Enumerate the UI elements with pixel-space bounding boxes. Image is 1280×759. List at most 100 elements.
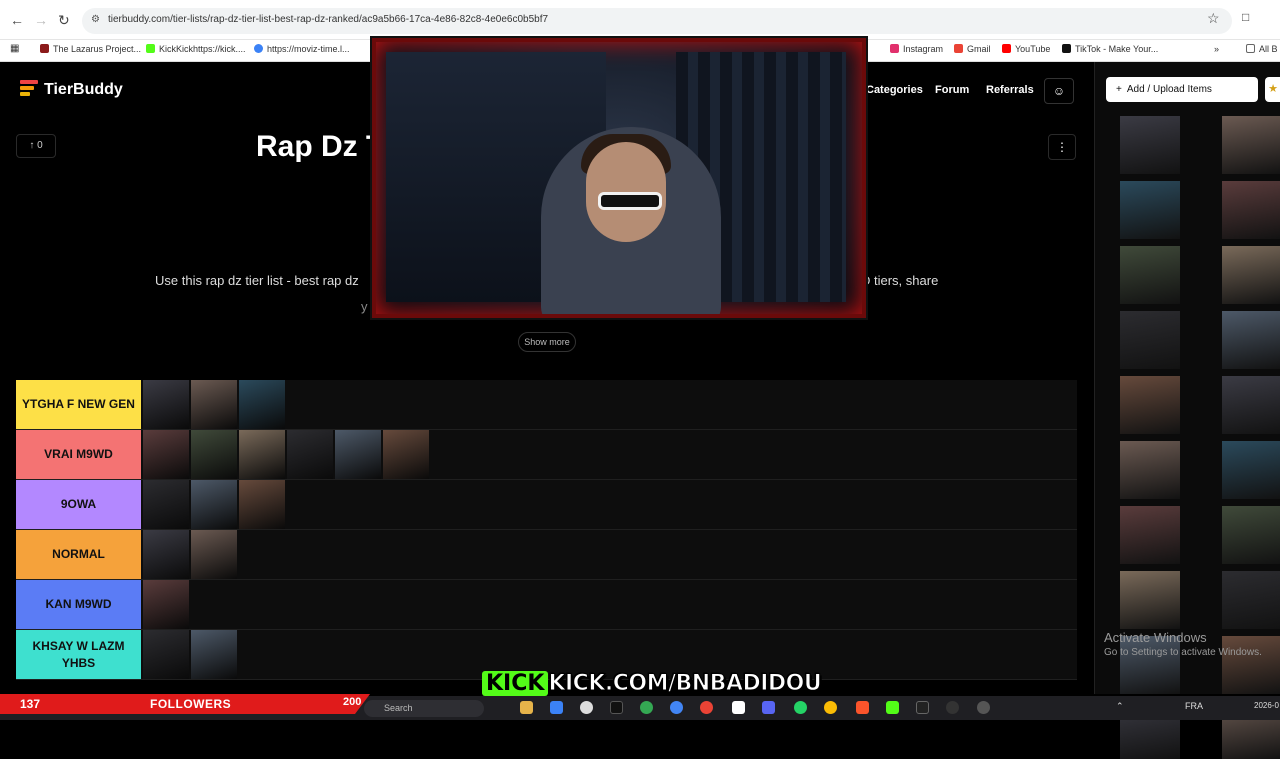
star-icon[interactable]: ★: [1265, 77, 1280, 102]
bookmark-item[interactable]: https://moviz-time.l...: [254, 44, 350, 54]
pool-item-thumbnail[interactable]: [1222, 571, 1280, 629]
tier-item-thumbnail[interactable]: [143, 380, 189, 429]
account-icon[interactable]: ☺: [1044, 78, 1074, 104]
tierbuddy-logo[interactable]: TierBuddy: [20, 80, 123, 99]
tiktok-icon[interactable]: [916, 701, 929, 714]
pool-item-thumbnail[interactable]: [1222, 636, 1280, 694]
pool-item-thumbnail[interactable]: [1222, 311, 1280, 369]
tier-item-thumbnail[interactable]: [143, 630, 189, 679]
chrome-icon[interactable]: [824, 701, 837, 714]
tray-chevron-icon[interactable]: ⌃: [1116, 701, 1124, 712]
nav-categories[interactable]: Categories: [866, 84, 923, 96]
pool-item-thumbnail[interactable]: [1222, 376, 1280, 434]
tier-item-thumbnail[interactable]: [191, 380, 237, 429]
tier-item-thumbnail[interactable]: [383, 430, 429, 479]
tier-item-thumbnail[interactable]: [191, 480, 237, 529]
more-bookmarks-icon[interactable]: »: [1214, 44, 1219, 54]
pool-item-thumbnail[interactable]: [1222, 246, 1280, 304]
pool-item-thumbnail[interactable]: [1120, 181, 1180, 239]
chatgpt-icon[interactable]: [580, 701, 593, 714]
pool-item-thumbnail[interactable]: [1120, 441, 1180, 499]
extensions-icon[interactable]: □: [1242, 10, 1249, 24]
pool-item-thumbnail[interactable]: [1222, 181, 1280, 239]
show-more-button[interactable]: Show more: [518, 332, 576, 352]
chrome-icon[interactable]: [700, 701, 713, 714]
kick-channel-link: KICK.COM/BNBADIDOU: [548, 671, 822, 697]
pool-item-thumbnail[interactable]: [1120, 571, 1180, 629]
add-upload-items-button[interactable]: + Add / Upload Items: [1106, 77, 1258, 102]
kick-banner: KICK KICK.COM/BNBADIDOU: [482, 671, 822, 701]
tier-row: VRAI M9WD: [16, 430, 1077, 480]
tier-item-thumbnail[interactable]: [143, 430, 189, 479]
brave-icon[interactable]: [856, 701, 869, 714]
tier-label[interactable]: NORMAL: [16, 530, 141, 579]
settings-icon[interactable]: [977, 701, 990, 714]
upvote-count: 0: [37, 140, 43, 151]
pool-item-thumbnail[interactable]: [1120, 506, 1180, 564]
bookmark-item[interactable]: The Lazarus Project...: [40, 44, 141, 54]
tier-item-thumbnail[interactable]: [287, 430, 333, 479]
capcut-icon[interactable]: [732, 701, 745, 714]
nav-forum[interactable]: Forum: [935, 84, 969, 96]
tier-label[interactable]: KAN M9WD: [16, 580, 141, 629]
bookmark-star-icon[interactable]: ☆: [1207, 10, 1220, 27]
app-icon[interactable]: [550, 701, 563, 714]
bookmark-item[interactable]: Gmail: [954, 44, 991, 54]
tier-row: 9OWA: [16, 480, 1077, 530]
tier-item-thumbnail[interactable]: [239, 480, 285, 529]
kick-icon[interactable]: [886, 701, 899, 714]
chrome-icon[interactable]: [640, 701, 653, 714]
pool-item-thumbnail[interactable]: [1120, 311, 1180, 369]
tier-item-thumbnail[interactable]: [143, 530, 189, 579]
tier-label[interactable]: YTGHA F NEW GEN: [16, 380, 141, 429]
forward-icon[interactable]: →: [34, 12, 48, 28]
all-bookmarks[interactable]: All B: [1246, 44, 1278, 54]
apps-icon[interactable]: ▦: [10, 43, 19, 54]
upvote-button[interactable]: ↑ 0: [16, 134, 56, 158]
tier-item-thumbnail[interactable]: [143, 480, 189, 529]
address-bar[interactable]: ⚙ tierbuddy.com/tier-lists/rap-dz-tier-l…: [82, 8, 1232, 34]
pool-item-thumbnail[interactable]: [1120, 116, 1180, 174]
pool-item-thumbnail[interactable]: [1120, 246, 1180, 304]
obs-icon[interactable]: [946, 701, 959, 714]
tier-list: YTGHA F NEW GEN VRAI M9WD 9OWA NORMAL KAN M9…: [16, 380, 1077, 680]
bookmark-item[interactable]: YouTube: [1002, 44, 1050, 54]
more-options-icon[interactable]: ⋮: [1048, 134, 1076, 160]
bookmark-item[interactable]: KickKickhttps://kick....: [146, 44, 246, 54]
bookmark-item[interactable]: TikTok - Make Your...: [1062, 44, 1158, 54]
tier-label[interactable]: KHSAY W LAZM YHBS: [16, 630, 141, 679]
pool-item-thumbnail[interactable]: [1222, 441, 1280, 499]
whatsapp-icon[interactable]: [794, 701, 807, 714]
tier-item-thumbnail[interactable]: [239, 430, 285, 479]
back-icon[interactable]: ←: [10, 12, 24, 28]
tier-item-thumbnail[interactable]: [191, 630, 237, 679]
clock[interactable]: 2026-0: [1254, 701, 1279, 710]
tier-label[interactable]: 9OWA: [16, 480, 141, 529]
site-info-icon[interactable]: ⚙: [91, 14, 100, 25]
activate-windows-subtitle: Go to Settings to activate Windows.: [1104, 647, 1262, 658]
file-explorer-icon[interactable]: [520, 701, 533, 714]
discord-icon[interactable]: [762, 701, 775, 714]
language-indicator[interactable]: FRA: [1185, 701, 1203, 711]
tier-items: [141, 480, 285, 529]
tier-label[interactable]: VRAI M9WD: [16, 430, 141, 479]
tier-items: [141, 530, 237, 579]
followers-label: FOLLOWERS: [150, 697, 232, 711]
nav-referrals[interactable]: Referrals: [986, 84, 1034, 96]
tier-item-thumbnail[interactable]: [191, 430, 237, 479]
taskbar-search[interactable]: Search: [364, 700, 484, 717]
pool-item-thumbnail[interactable]: [1222, 506, 1280, 564]
tier-items: [141, 580, 189, 629]
tier-item-thumbnail[interactable]: [239, 380, 285, 429]
tier-item-thumbnail[interactable]: [335, 430, 381, 479]
tier-items: [141, 430, 429, 479]
pool-item-thumbnail[interactable]: [1120, 376, 1180, 434]
tiktok-icon[interactable]: [610, 701, 623, 714]
tier-item-thumbnail[interactable]: [143, 580, 189, 629]
chrome-icon[interactable]: [670, 701, 683, 714]
bookmark-item[interactable]: Instagram: [890, 44, 943, 54]
reload-icon[interactable]: ↻: [58, 12, 70, 29]
tier-item-thumbnail[interactable]: [191, 530, 237, 579]
activate-windows-title: Activate Windows: [1104, 630, 1207, 645]
pool-item-thumbnail[interactable]: [1222, 116, 1280, 174]
